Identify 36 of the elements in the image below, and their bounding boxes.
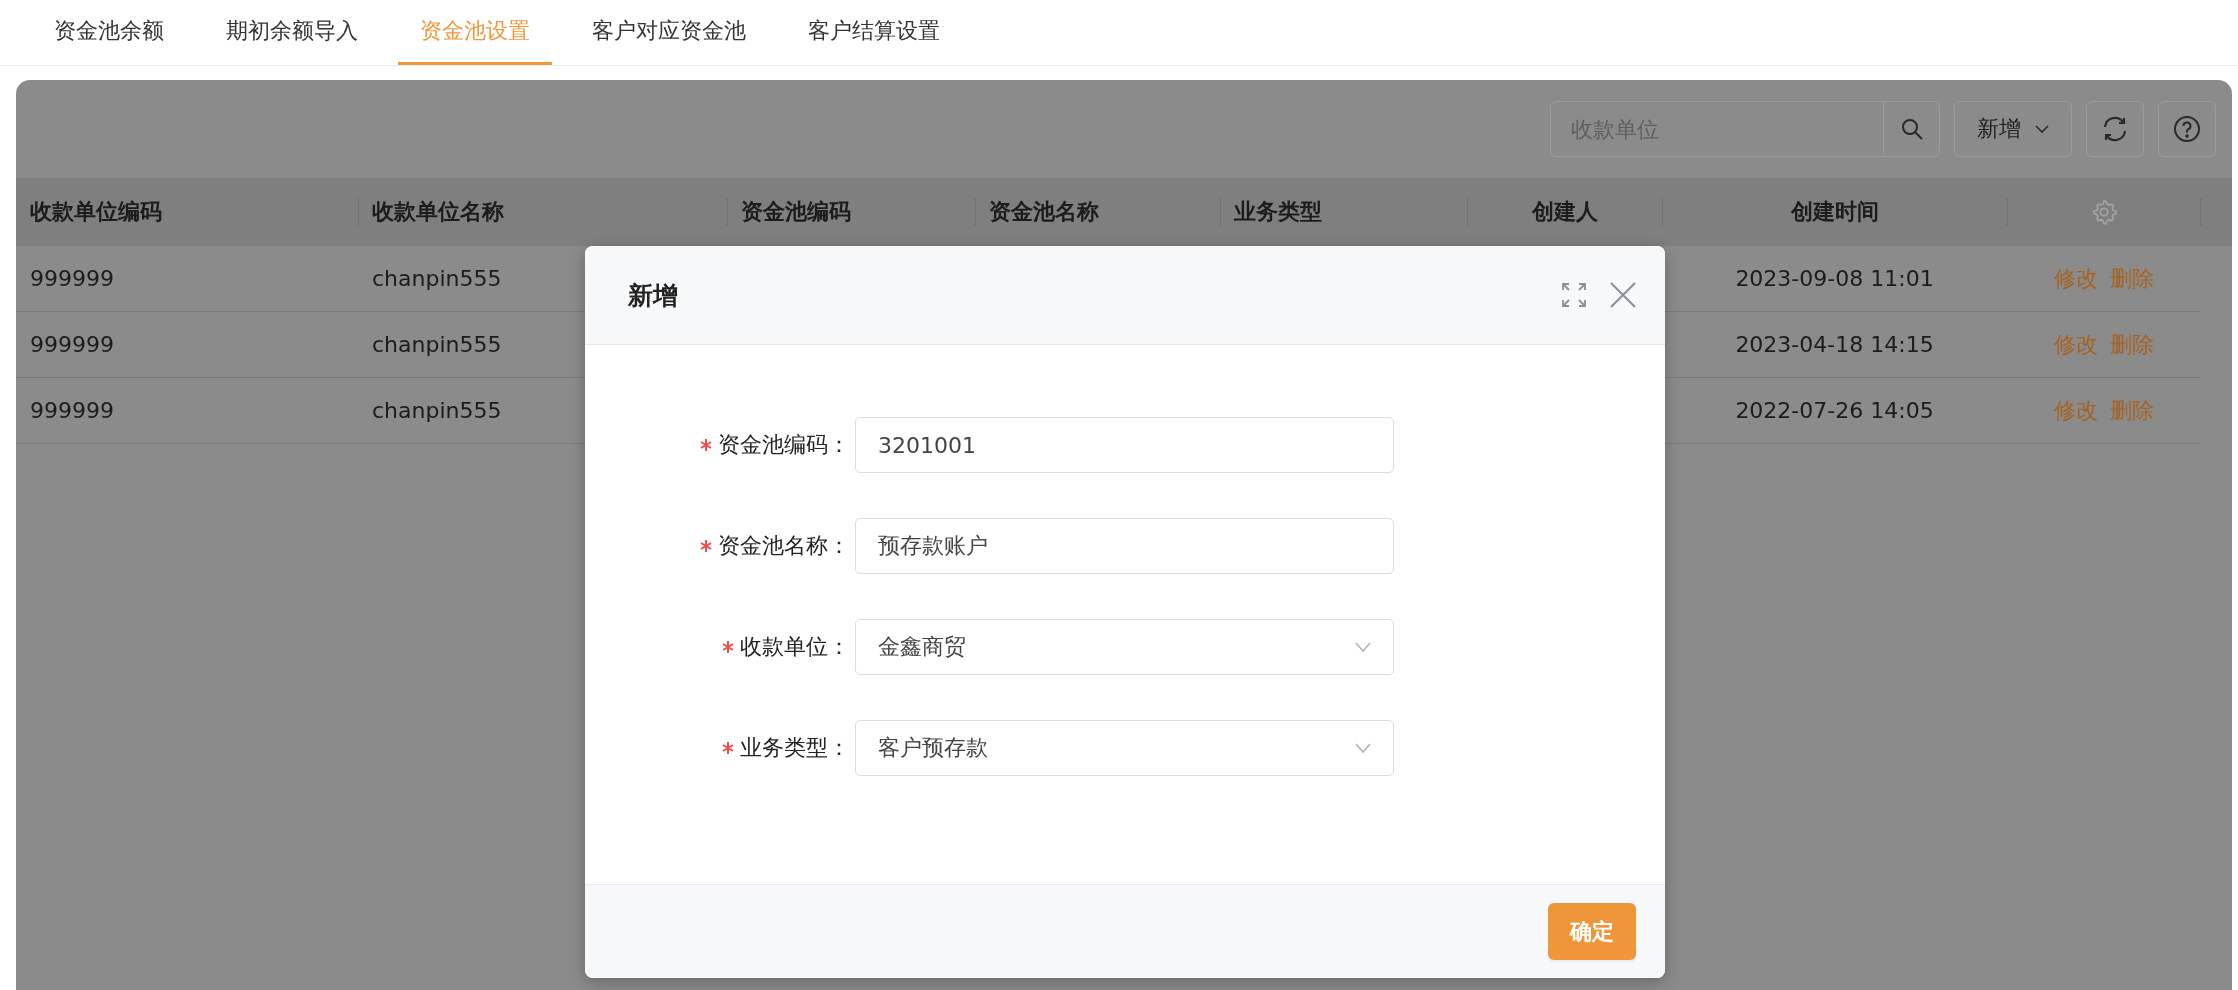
search-icon — [1899, 117, 1924, 141]
field-label: 业务类型： — [740, 734, 850, 762]
close-icon — [1609, 281, 1637, 309]
column-header: 业务类型 — [1220, 178, 1467, 246]
column-header: 创建人 — [1467, 178, 1662, 246]
maximize-button[interactable] — [1561, 282, 1587, 308]
tab[interactable]: 客户对应资金池 — [570, 0, 768, 65]
select-field[interactable]: 金鑫商贸 — [855, 619, 1394, 675]
refresh-button[interactable] — [2086, 101, 2144, 157]
tab[interactable]: 资金池余额 — [32, 0, 186, 65]
add-dropdown-button[interactable]: 新增 — [1954, 101, 2072, 157]
help-icon — [2173, 115, 2201, 143]
tab[interactable]: 期初余额导入 — [204, 0, 380, 65]
search-button[interactable] — [1884, 101, 1940, 157]
field-label: 资金池名称： — [718, 532, 850, 560]
select-field[interactable]: 客户预存款 — [855, 720, 1394, 776]
chevron-down-icon — [1355, 743, 1371, 753]
caret-down-icon — [2035, 124, 2049, 134]
refresh-icon — [2101, 115, 2129, 143]
expand-icon — [1561, 282, 1587, 308]
text-input-field[interactable]: 3201001 — [855, 417, 1394, 473]
column-header: 收款单位名称 — [358, 178, 727, 246]
column-header: 资金池编码 — [727, 178, 975, 246]
chevron-down-icon — [1355, 642, 1371, 652]
dialog-title: 新增 — [628, 279, 679, 312]
table-cell: 999999 — [16, 246, 358, 312]
tab[interactable]: 客户结算设置 — [786, 0, 962, 65]
table-cell: 999999 — [16, 312, 358, 378]
table-cell: 999999 — [16, 378, 358, 444]
field-label: 收款单位： — [740, 633, 850, 661]
column-header: 收款单位编码 — [16, 178, 358, 246]
column-header: 创建时间 — [1662, 178, 2007, 246]
close-button[interactable] — [1609, 281, 1637, 309]
column-header: 资金池名称 — [975, 178, 1220, 246]
text-input-field[interactable]: 预存款账户 — [855, 518, 1394, 574]
help-button[interactable] — [2158, 101, 2216, 157]
